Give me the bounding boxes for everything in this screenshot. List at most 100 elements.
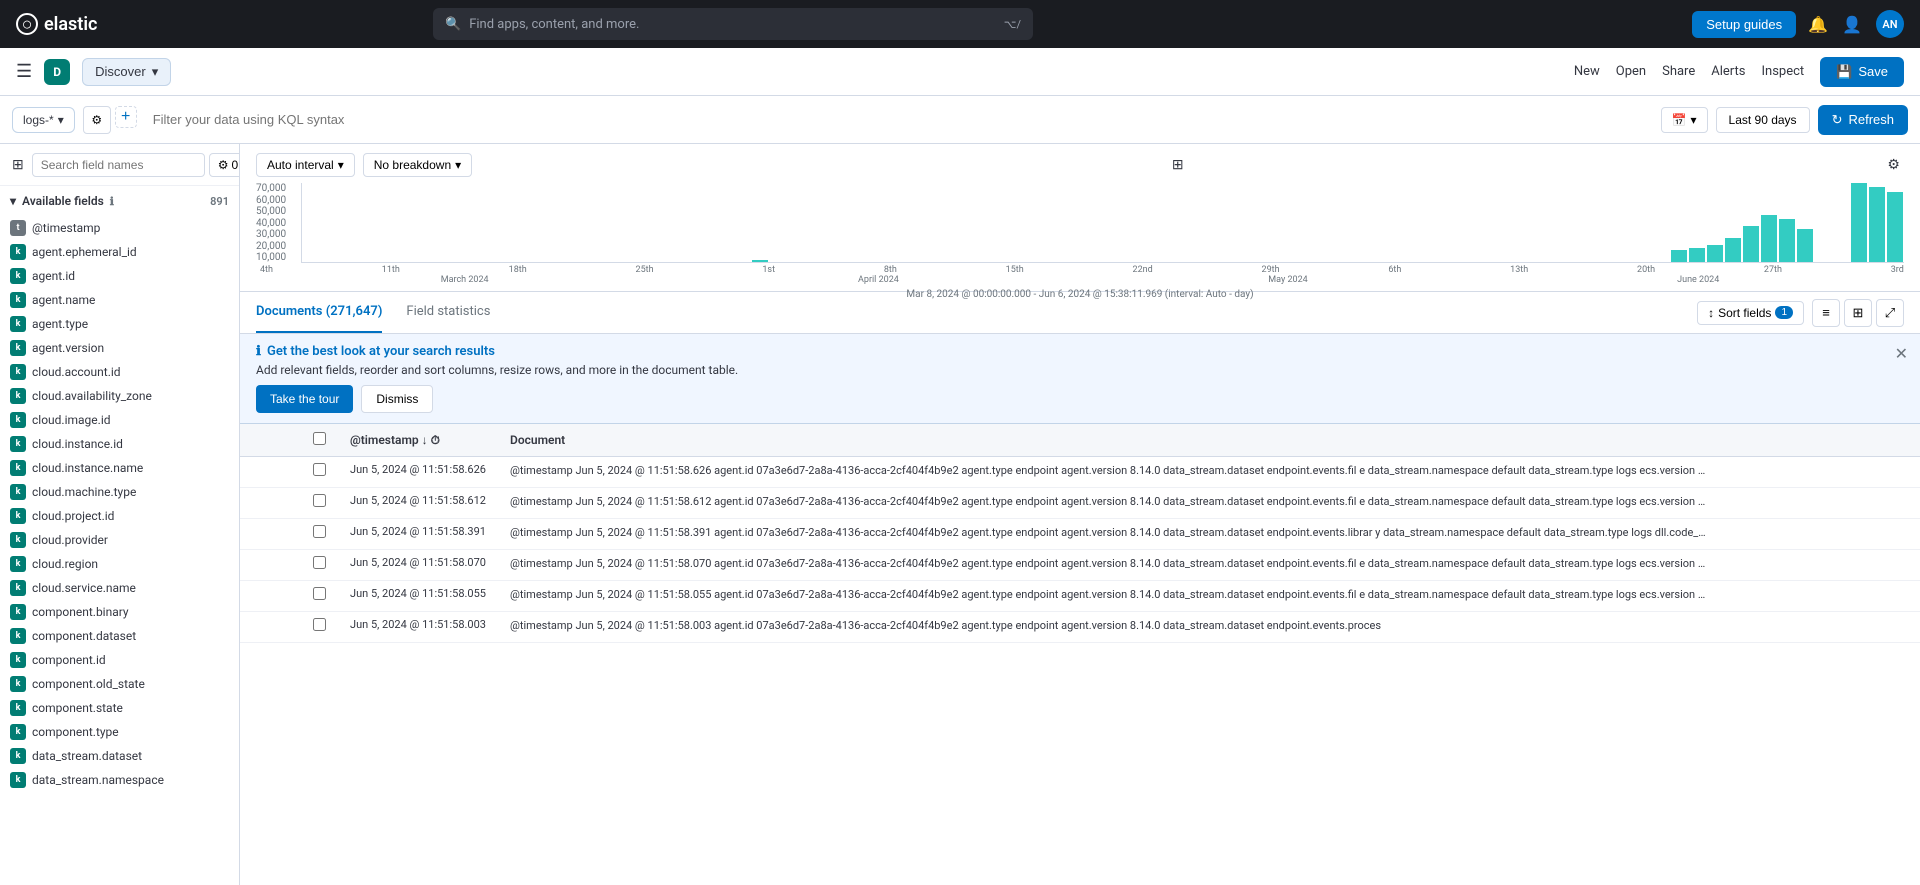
toggle-sidebar-button[interactable]: ⊞ bbox=[8, 152, 28, 177]
sidebar-field-item[interactable]: kcomponent.state bbox=[0, 696, 239, 720]
elastic-logo: ○ elastic bbox=[16, 13, 97, 35]
field-type-icon: k bbox=[10, 292, 26, 308]
chart-settings-button[interactable]: ⚙ bbox=[1883, 152, 1904, 177]
sidebar-field-item[interactable]: kcomponent.id bbox=[0, 648, 239, 672]
global-search[interactable]: 🔍 Find apps, content, and more. ⌥/ bbox=[433, 8, 1033, 40]
sidebar-field-item[interactable]: kdata_stream.namespace bbox=[0, 768, 239, 792]
row-action-button[interactable]: ✏ bbox=[252, 618, 266, 636]
row-action-button[interactable]: ✏ bbox=[252, 494, 266, 512]
setup-guides-button[interactable]: Setup guides bbox=[1692, 11, 1796, 38]
month-1: March 2024 bbox=[441, 275, 489, 285]
discover-button[interactable]: Discover ▾ bbox=[82, 58, 171, 86]
close-tip-button[interactable]: ✕ bbox=[1895, 344, 1908, 364]
row-actions-cell: ✏🔍 bbox=[240, 612, 301, 643]
sidebar-field-item[interactable]: kcloud.account.id bbox=[0, 360, 239, 384]
share-link[interactable]: Share bbox=[1662, 64, 1695, 79]
field-name-label: component.id bbox=[32, 653, 106, 667]
field-name-label: @timestamp bbox=[32, 221, 100, 235]
sidebar-field-item[interactable]: kcomponent.old_state bbox=[0, 672, 239, 696]
chart-month-labels: March 2024 April 2024 May 2024 June 2024 bbox=[256, 275, 1904, 285]
interval-selector[interactable]: Auto interval ▾ bbox=[256, 153, 355, 177]
row-action-button[interactable]: 🔍 bbox=[270, 525, 289, 543]
avatar[interactable]: AN bbox=[1876, 10, 1904, 38]
inspect-link[interactable]: Inspect bbox=[1761, 64, 1804, 79]
sidebar-field-item[interactable]: kcloud.machine.type bbox=[0, 480, 239, 504]
alerts-link[interactable]: Alerts bbox=[1711, 64, 1745, 79]
row-action-button[interactable]: 🔍 bbox=[270, 587, 289, 605]
sidebar-field-item[interactable]: kcloud.instance.name bbox=[0, 456, 239, 480]
time-range-button[interactable]: Last 90 days bbox=[1716, 107, 1810, 133]
save-button[interactable]: 💾 Save bbox=[1820, 57, 1904, 87]
sidebar-field-item[interactable]: kcloud.instance.id bbox=[0, 432, 239, 456]
table-header-document: Document bbox=[498, 424, 1920, 457]
breakdown-selector[interactable]: No breakdown ▾ bbox=[363, 153, 472, 177]
row-checkbox[interactable] bbox=[313, 525, 326, 538]
chart-x-axis: 4th 11th 18th 25th 1st 8th 15th 22nd 29t… bbox=[256, 265, 1904, 275]
columns-view-button[interactable]: ≡ bbox=[1812, 299, 1840, 327]
row-action-button[interactable]: 🔍 bbox=[270, 556, 289, 574]
row-action-button[interactable]: ✏ bbox=[252, 525, 266, 543]
calendar-icon-chevron: ▾ bbox=[1690, 113, 1696, 127]
interval-label: Auto interval bbox=[267, 158, 334, 172]
row-checkbox[interactable] bbox=[313, 556, 326, 569]
sidebar-field-item[interactable]: kcloud.provider bbox=[0, 528, 239, 552]
sidebar-field-item[interactable]: kcloud.availability_zone bbox=[0, 384, 239, 408]
refresh-button[interactable]: ↻ Refresh bbox=[1818, 105, 1908, 135]
open-link[interactable]: Open bbox=[1616, 64, 1646, 79]
row-action-button[interactable]: 🔍 bbox=[270, 463, 289, 481]
row-checkbox[interactable] bbox=[313, 618, 326, 631]
chart-options-button[interactable]: ⊞ bbox=[1168, 152, 1188, 177]
take-tour-button[interactable]: Take the tour bbox=[256, 385, 353, 413]
field-type-icon: k bbox=[10, 508, 26, 524]
sort-fields-button[interactable]: ↕ Sort fields 1 bbox=[1697, 301, 1804, 325]
sidebar-field-item[interactable]: kdata_stream.dataset bbox=[0, 744, 239, 768]
row-action-button[interactable]: 🔍 bbox=[270, 494, 289, 512]
filter-options-button[interactable]: ⚙ bbox=[83, 106, 111, 134]
row-checkbox[interactable] bbox=[313, 494, 326, 507]
sidebar-field-item[interactable]: kagent.ephemeral_id bbox=[0, 240, 239, 264]
row-checkbox[interactable] bbox=[313, 587, 326, 600]
table-row: ✏🔍Jun 5, 2024 @ 11:51:58.626@timestamp J… bbox=[240, 457, 1920, 488]
sidebar-field-item[interactable]: kagent.type bbox=[0, 312, 239, 336]
elastic-logo-icon: ○ bbox=[16, 13, 38, 35]
hamburger-menu-icon[interactable]: ☰ bbox=[16, 61, 32, 82]
sidebar-field-item[interactable]: kagent.version bbox=[0, 336, 239, 360]
row-action-button[interactable]: 🔍 bbox=[270, 618, 289, 636]
field-search-input[interactable] bbox=[32, 153, 205, 177]
select-all-checkbox[interactable] bbox=[313, 432, 326, 445]
user-icon[interactable]: 👤 bbox=[1842, 15, 1862, 34]
filter-count-button[interactable]: ⚙ 0 bbox=[209, 153, 240, 177]
dismiss-button[interactable]: Dismiss bbox=[361, 385, 433, 413]
row-checkbox[interactable] bbox=[313, 463, 326, 476]
available-fields-label: Available fields bbox=[22, 194, 104, 208]
kql-search-input[interactable] bbox=[145, 108, 1653, 131]
row-action-button[interactable]: ✏ bbox=[252, 463, 266, 481]
x-label-10: 6th bbox=[1388, 265, 1401, 275]
row-height-button[interactable]: ⊞ bbox=[1844, 299, 1872, 327]
chart-bars-container: 4th 11th 18th 25th 1st 8th 15th 22nd 29t… bbox=[256, 183, 1904, 285]
sidebar-field-item[interactable]: t@timestamp bbox=[0, 216, 239, 240]
sidebar-field-item[interactable]: kcomponent.type bbox=[0, 720, 239, 744]
data-view-selector[interactable]: logs-* ▾ bbox=[12, 107, 75, 133]
field-type-icon: k bbox=[10, 460, 26, 476]
sidebar-field-item[interactable]: kcloud.region bbox=[0, 552, 239, 576]
notifications-icon[interactable]: 🔔 bbox=[1808, 15, 1828, 34]
calendar-button[interactable]: 📅 ▾ bbox=[1661, 107, 1708, 133]
sidebar-field-item[interactable]: kcomponent.binary bbox=[0, 600, 239, 624]
sidebar-field-item[interactable]: kcloud.service.name bbox=[0, 576, 239, 600]
add-filter-button[interactable]: + bbox=[115, 106, 137, 128]
chart-bar bbox=[1671, 250, 1687, 262]
row-document-cell: @timestamp Jun 5, 2024 @ 11:51:58.070 ag… bbox=[498, 550, 1920, 581]
full-screen-button[interactable]: ⤢ bbox=[1876, 299, 1904, 327]
sidebar-field-item[interactable]: kcloud.project.id bbox=[0, 504, 239, 528]
sidebar-field-item[interactable]: kagent.id bbox=[0, 264, 239, 288]
row-checkbox-cell bbox=[301, 519, 338, 550]
table-header-actions bbox=[240, 424, 301, 457]
row-action-button[interactable]: ✏ bbox=[252, 587, 266, 605]
sidebar-field-item[interactable]: kcloud.image.id bbox=[0, 408, 239, 432]
app-bar: ☰ D Discover ▾ New Open Share Alerts Ins… bbox=[0, 48, 1920, 96]
new-link[interactable]: New bbox=[1574, 64, 1600, 79]
row-action-button[interactable]: ✏ bbox=[252, 556, 266, 574]
sidebar-field-item[interactable]: kcomponent.dataset bbox=[0, 624, 239, 648]
sidebar-field-item[interactable]: kagent.name bbox=[0, 288, 239, 312]
